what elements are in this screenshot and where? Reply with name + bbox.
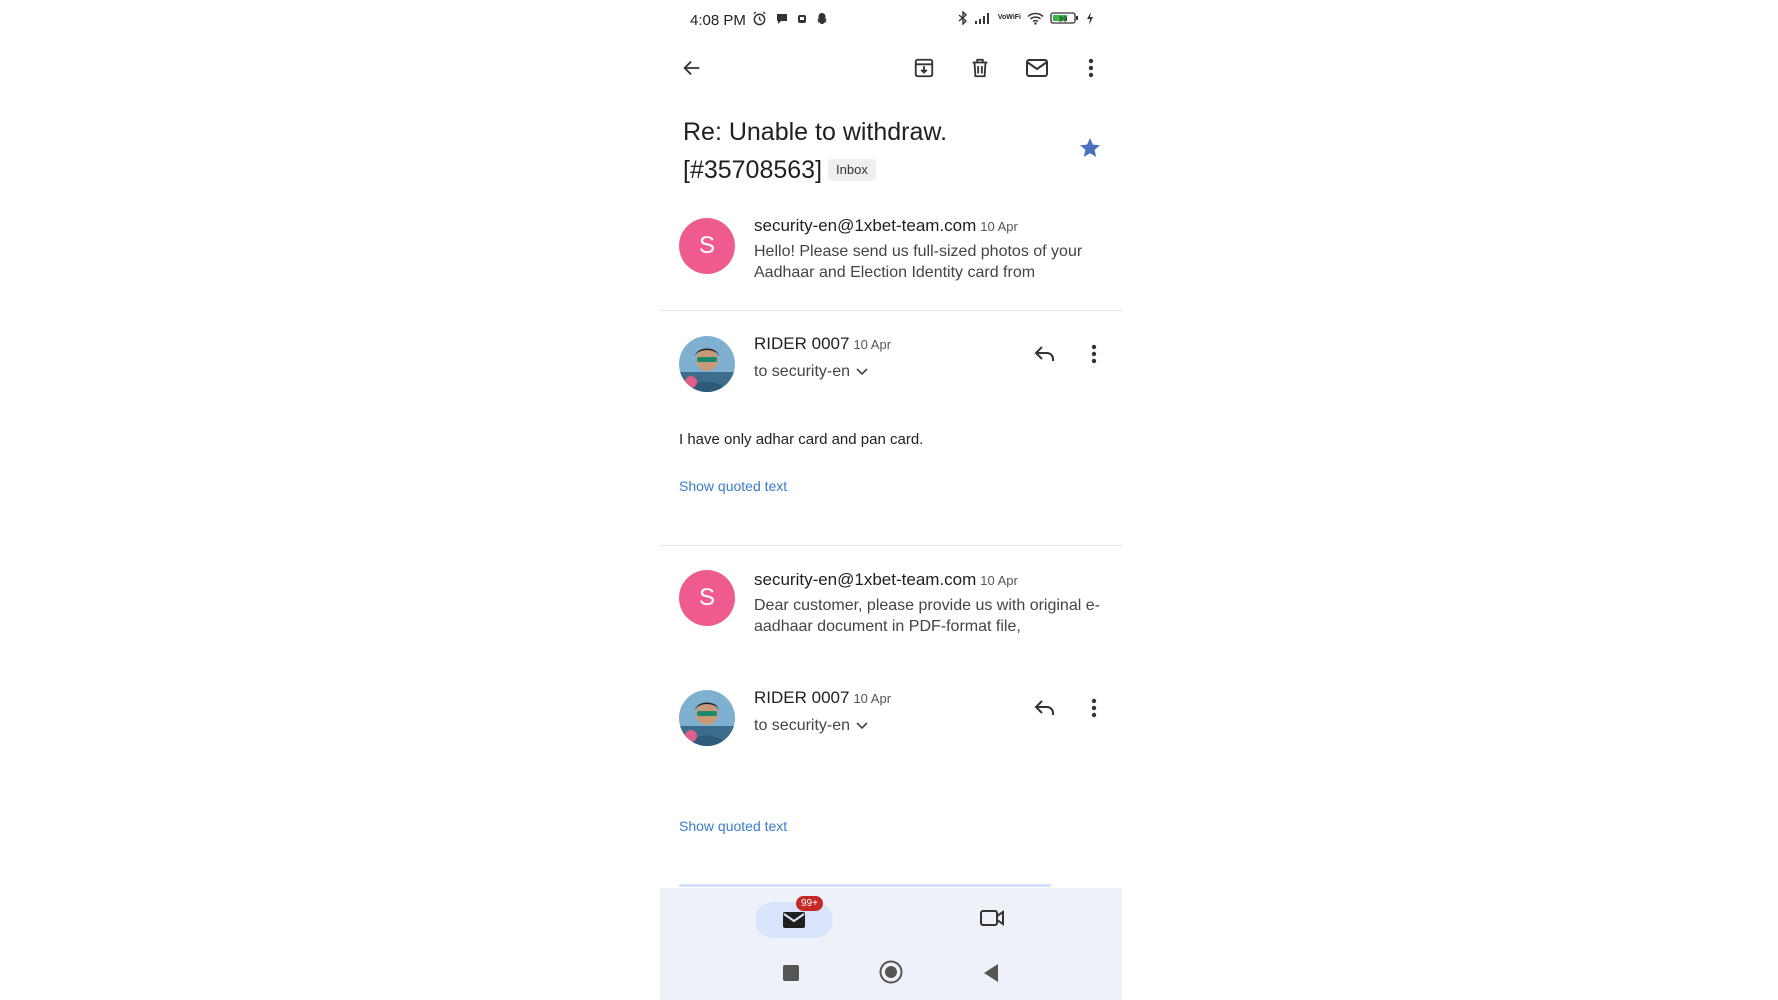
star-icon: [1078, 138, 1102, 164]
sender-name: security-en@1xbet-team.com: [754, 570, 977, 589]
sender-name: RIDER 0007: [754, 334, 850, 353]
recipient-details-toggle[interactable]: to security-en: [754, 717, 868, 735]
delete-icon: [969, 57, 991, 84]
message-item-expanded: RIDER 0007 10 Apr to security-en I have o…: [660, 330, 1122, 540]
more-vert-icon: [1088, 57, 1094, 84]
mail-filled-icon: [782, 910, 806, 935]
delete-button[interactable]: [966, 56, 994, 84]
sender-avatar: S: [679, 218, 735, 274]
more-vert-icon: [1091, 698, 1097, 723]
divider: [660, 545, 1122, 546]
more-vert-icon: [1091, 344, 1097, 369]
message-date: 10 Apr: [980, 219, 1018, 234]
status-right-icons: Vo WiFi 39: [958, 11, 1094, 25]
status-left-icons: [752, 11, 829, 26]
recents-button[interactable]: [778, 962, 804, 988]
message-snippet: Hello! Please send us full-sized photos …: [754, 243, 1083, 281]
triangle-back-icon: [982, 963, 1000, 988]
toolbar: [660, 46, 1122, 94]
meet-tab[interactable]: [976, 906, 1008, 934]
back-button[interactable]: [678, 56, 706, 84]
svg-text:39: 39: [1059, 16, 1068, 24]
mail-icon: [1025, 57, 1049, 84]
snapchat-icon: [815, 12, 829, 26]
scroll-indicator: [679, 884, 1051, 887]
reply-button[interactable]: [1031, 696, 1059, 724]
message-item[interactable]: S security-en@1xbet-team.com 10 Apr Dear …: [660, 564, 1122, 659]
home-circle-icon: [879, 960, 903, 989]
message-date: 10 Apr: [980, 573, 1018, 588]
recipient-text: to security-en: [754, 717, 851, 734]
message-sender: security-en@1xbet-team.com 10 Apr: [754, 570, 1018, 590]
square-icon: [782, 964, 800, 987]
signal-icon: [974, 12, 992, 24]
alarm-icon: [752, 11, 767, 26]
vowifi-indicator: Vo WiFi: [997, 14, 1021, 21]
message-sender: security-en@1xbet-team.com 10 Apr: [754, 216, 1018, 236]
home-button[interactable]: [877, 960, 905, 988]
star-button[interactable]: [1078, 136, 1102, 165]
charging-icon: [1086, 11, 1094, 25]
system-back-button[interactable]: [979, 962, 1003, 988]
archive-button[interactable]: [910, 56, 938, 84]
message-item-expanded: RIDER 0007 10 Apr to security-en Show quo…: [660, 684, 1122, 854]
message-item[interactable]: S security-en@1xbet-team.com 10 Apr Hello…: [660, 210, 1122, 305]
arrow-back-icon: [681, 57, 703, 84]
status-bar: 4:08 PM Vo WiFi 39: [660, 0, 1122, 40]
reply-icon: [1034, 699, 1056, 722]
chevron-down-icon: [856, 717, 868, 735]
message-sender: RIDER 0007 10 Apr: [754, 688, 891, 708]
show-quoted-text-link[interactable]: Show quoted text: [679, 478, 787, 494]
reply-button[interactable]: [1031, 342, 1059, 370]
thread-subject: Re: Unable to withdraw. [#35708563] Inbox: [683, 113, 1063, 189]
status-time: 4:08 PM: [690, 12, 746, 29]
inbox-label-chip[interactable]: Inbox: [828, 159, 876, 181]
battery-icon: 39: [1050, 11, 1080, 25]
unread-count-badge: 99+: [796, 896, 823, 911]
message-sender: RIDER 0007 10 Apr: [754, 334, 891, 354]
video-camera-icon: [979, 908, 1005, 933]
sender-name: RIDER 0007: [754, 688, 850, 707]
wifi-icon: [1027, 12, 1044, 25]
sender-name: security-en@1xbet-team.com: [754, 216, 977, 235]
bluetooth-icon: [958, 11, 968, 25]
sender-avatar: S: [679, 570, 735, 626]
message-more-button[interactable]: [1080, 342, 1108, 370]
phone-screen: 4:08 PM Vo WiFi 39 Re: Unable to withdra…: [660, 0, 1122, 1000]
message-body: I have only adhar card and pan card.: [679, 431, 924, 448]
bottom-navigation: 99+: [660, 888, 1122, 1000]
subject-text: Re: Unable to withdraw. [#35708563]: [683, 118, 948, 184]
sender-avatar-photo: [679, 690, 735, 746]
chat-bubble-icon: [775, 12, 789, 26]
message-more-button[interactable]: [1080, 696, 1108, 724]
mark-unread-button[interactable]: [1023, 56, 1051, 84]
recipient-details-toggle[interactable]: to security-en: [754, 363, 868, 381]
reply-icon: [1034, 345, 1056, 368]
divider: [660, 310, 1122, 311]
message-snippet: Dear customer, please provide us with or…: [754, 597, 1100, 635]
notification-icon: [797, 13, 807, 25]
more-options-button[interactable]: [1077, 56, 1105, 84]
sender-avatar-photo: [679, 336, 735, 392]
chevron-down-icon: [856, 363, 868, 381]
message-date: 10 Apr: [853, 337, 892, 352]
show-quoted-text-link[interactable]: Show quoted text: [679, 818, 787, 834]
message-date: 10 Apr: [853, 691, 892, 706]
recipient-text: to security-en: [754, 363, 851, 380]
archive-icon: [913, 57, 935, 84]
